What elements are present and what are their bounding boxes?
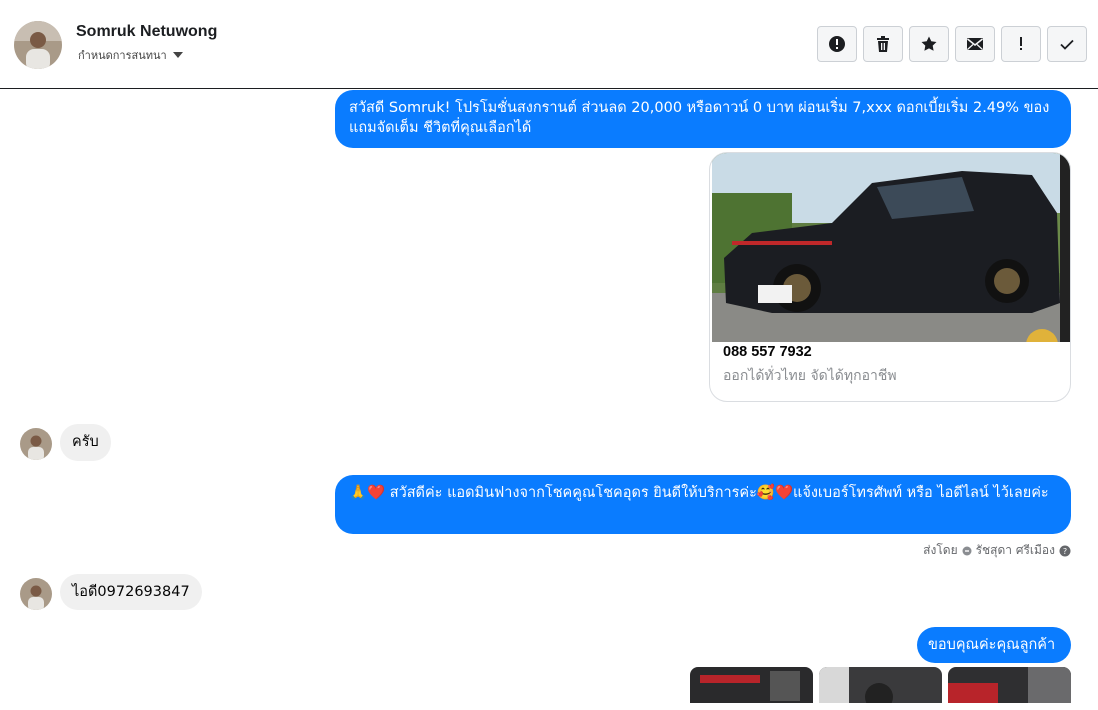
exclamation-icon <box>1020 37 1022 50</box>
incoming-message[interactable]: ครับ <box>60 424 111 461</box>
report-button[interactable] <box>817 26 857 62</box>
message-text: ไอดี0972693847 <box>72 584 190 600</box>
follow-up-button[interactable] <box>1001 26 1041 62</box>
sent-by-name[interactable]: รัชสุดา ศรีเมือง <box>976 541 1055 560</box>
contact-avatar-small[interactable] <box>20 578 52 610</box>
delete-button[interactable] <box>863 26 903 62</box>
outgoing-message[interactable]: ขอบคุณค่ะคุณลูกค้า <box>917 627 1071 663</box>
envelope-icon <box>967 38 983 50</box>
svg-text:?: ? <box>1063 547 1067 556</box>
conversation-header: Somruk Netuwong กำหนดการสนทนา <box>0 0 1098 89</box>
card-title: 088 557 7932 <box>723 344 812 360</box>
message-text: ครับ <box>72 434 99 450</box>
message-text: 🙏❤️ สวัสดีค่ะ แอดมินฟางจากโชคคูณโชคอุดร … <box>349 485 1049 501</box>
message-text: ขอบคุณค่ะคุณลูกค้า <box>928 637 1056 653</box>
conversation-status-label: กำหนดการสนทนา <box>78 49 167 62</box>
admin-badge-icon <box>962 546 972 555</box>
card-image[interactable] <box>712 153 1070 342</box>
message-text: สวัสดี Somruk! โปรโมชั่นสงกรานต์ ส่วนลด … <box>349 100 1050 136</box>
check-icon <box>1060 39 1074 50</box>
outgoing-message[interactable]: 🙏❤️ สวัสดีค่ะ แอดมินฟางจากโชคคูณโชคอุดร … <box>335 475 1071 534</box>
mark-done-button[interactable] <box>1047 26 1087 62</box>
message-card[interactable]: 088 557 7932 ออกได้ทั่วไทย จัดได้ทุกอาชี… <box>709 152 1071 402</box>
card-subtitle: ออกได้ทั่วไทย จัดได้ทุกอาชีพ <box>723 368 897 384</box>
help-icon[interactable]: ? <box>1059 545 1071 557</box>
sent-by-label: ส่งโดย รัชสุดา ศรีเมือง ? <box>923 541 1071 560</box>
header-actions <box>817 26 1087 62</box>
conversation-status-dropdown[interactable]: กำหนดการสนทนา <box>78 46 183 64</box>
outgoing-message[interactable]: สวัสดี Somruk! โปรโมชั่นสงกรานต์ ส่วนลด … <box>335 90 1071 148</box>
trash-icon <box>877 36 889 52</box>
contact-name[interactable]: Somruk Netuwong <box>76 23 217 41</box>
image-thumbnail[interactable] <box>819 667 942 703</box>
incoming-message[interactable]: ไอดี0972693847 <box>60 574 202 610</box>
image-attachments <box>690 667 1071 703</box>
alert-circle-icon <box>829 36 845 52</box>
contact-avatar[interactable] <box>14 21 62 69</box>
sent-by-prefix: ส่งโดย <box>923 543 958 557</box>
image-thumbnail[interactable] <box>948 667 1071 703</box>
image-thumbnail[interactable] <box>690 667 813 703</box>
star-button[interactable] <box>909 26 949 62</box>
contact-avatar-small[interactable] <box>20 428 52 460</box>
caret-down-icon <box>172 52 183 58</box>
mark-unread-button[interactable] <box>955 26 995 62</box>
star-icon <box>921 36 937 51</box>
